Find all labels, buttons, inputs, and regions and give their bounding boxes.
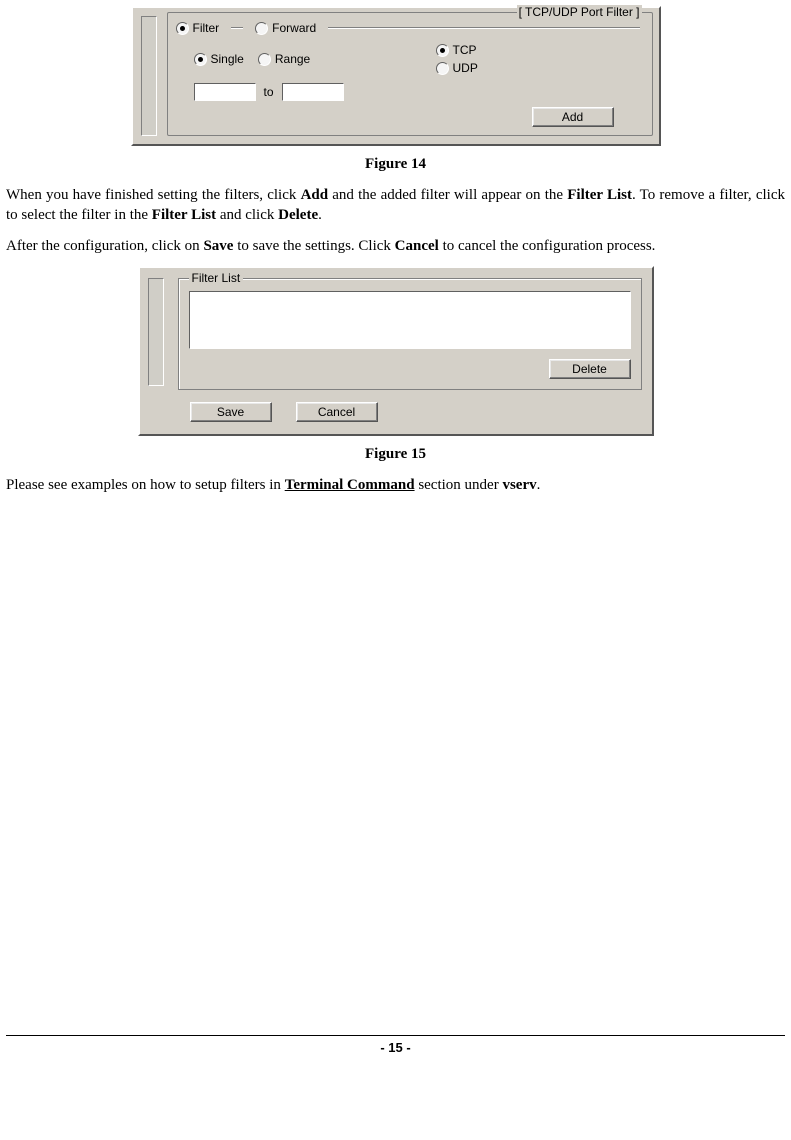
- cancel-button[interactable]: Cancel: [296, 402, 378, 422]
- to-label: to: [264, 85, 274, 99]
- mode-row: Filter Forward: [176, 21, 644, 35]
- groupbox-title: [ TCP/UDP Port Filter ]: [517, 5, 642, 19]
- radio-icon: [194, 53, 207, 66]
- text-bold: Filter List: [152, 207, 216, 223]
- text-bold: vserv: [502, 477, 536, 493]
- figure-14-sidebar-bevel: [141, 16, 157, 136]
- radio-filter-label: Filter: [193, 21, 220, 35]
- figure-15-container: Filter List Delete Save Cancel: [6, 266, 785, 436]
- figure-14-container: [ TCP/UDP Port Filter ] Filter Forward: [6, 6, 785, 146]
- port-to-input[interactable]: [282, 83, 344, 101]
- text: .: [537, 477, 541, 493]
- figure-14-caption: Figure 14: [6, 156, 785, 173]
- port-filter-groupbox: [ TCP/UDP Port Filter ] Filter Forward: [167, 12, 653, 136]
- text: section under: [415, 477, 503, 493]
- text: When you have finished setting the filte…: [6, 187, 301, 203]
- port-from-input[interactable]: [194, 83, 256, 101]
- add-button[interactable]: Add: [532, 107, 614, 127]
- paragraph-3: Please see examples on how to setup filt…: [6, 475, 785, 495]
- radio-udp[interactable]: UDP: [436, 61, 478, 75]
- text: to save the settings. Click: [233, 238, 394, 254]
- figure-15-panel: Filter List Delete Save Cancel: [138, 266, 654, 436]
- text: and click: [216, 207, 278, 223]
- text-bold: Cancel: [395, 238, 439, 254]
- filter-list-box[interactable]: [189, 291, 631, 349]
- figure-14-panel: [ TCP/UDP Port Filter ] Filter Forward: [131, 6, 661, 146]
- separator-line: [231, 27, 243, 29]
- paragraph-1: When you have finished setting the filte…: [6, 185, 785, 226]
- radio-single-label: Single: [211, 52, 244, 66]
- radio-icon: [436, 62, 449, 75]
- save-button[interactable]: Save: [190, 402, 272, 422]
- radio-icon: [176, 22, 189, 35]
- text: Please see examples on how to setup filt…: [6, 477, 285, 493]
- delete-button[interactable]: Delete: [549, 359, 631, 379]
- radio-tcp[interactable]: TCP: [436, 43, 478, 57]
- figure-15-sidebar-bevel: [148, 278, 164, 386]
- separator-line: [328, 27, 639, 29]
- link-terminal-command: Terminal Command: [285, 477, 415, 493]
- radio-icon: [255, 22, 268, 35]
- radio-range-label: Range: [275, 52, 310, 66]
- filter-list-legend: Filter List: [189, 271, 244, 285]
- text-bold: Save: [203, 238, 233, 254]
- port-range-row: to: [176, 83, 644, 101]
- filter-list-groupbox: Filter List Delete: [178, 278, 642, 390]
- radio-range[interactable]: Range: [258, 52, 310, 66]
- text: .: [318, 207, 322, 223]
- radio-filter[interactable]: Filter: [176, 21, 220, 35]
- radio-udp-label: UDP: [453, 61, 478, 75]
- paragraph-2: After the configuration, click on Save t…: [6, 236, 785, 256]
- text: to cancel the configuration process.: [439, 238, 656, 254]
- figure-15-caption: Figure 15: [6, 446, 785, 463]
- text: After the configuration, click on: [6, 238, 203, 254]
- radio-icon: [436, 44, 449, 57]
- text-bold: Delete: [278, 207, 318, 223]
- text-bold: Filter List: [567, 187, 632, 203]
- radio-forward-label: Forward: [272, 21, 316, 35]
- radio-tcp-label: TCP: [453, 43, 477, 57]
- radio-forward[interactable]: Forward: [255, 21, 316, 35]
- radio-icon: [258, 53, 271, 66]
- page-number-footer: - 15 -: [6, 1035, 785, 1055]
- text-bold: Add: [301, 187, 329, 203]
- figure-15-button-row: Save Cancel: [178, 402, 642, 422]
- text: and the added filter will appear on the: [328, 187, 567, 203]
- options-row: Single Range TCP UDP: [176, 43, 644, 75]
- radio-single[interactable]: Single: [194, 52, 244, 66]
